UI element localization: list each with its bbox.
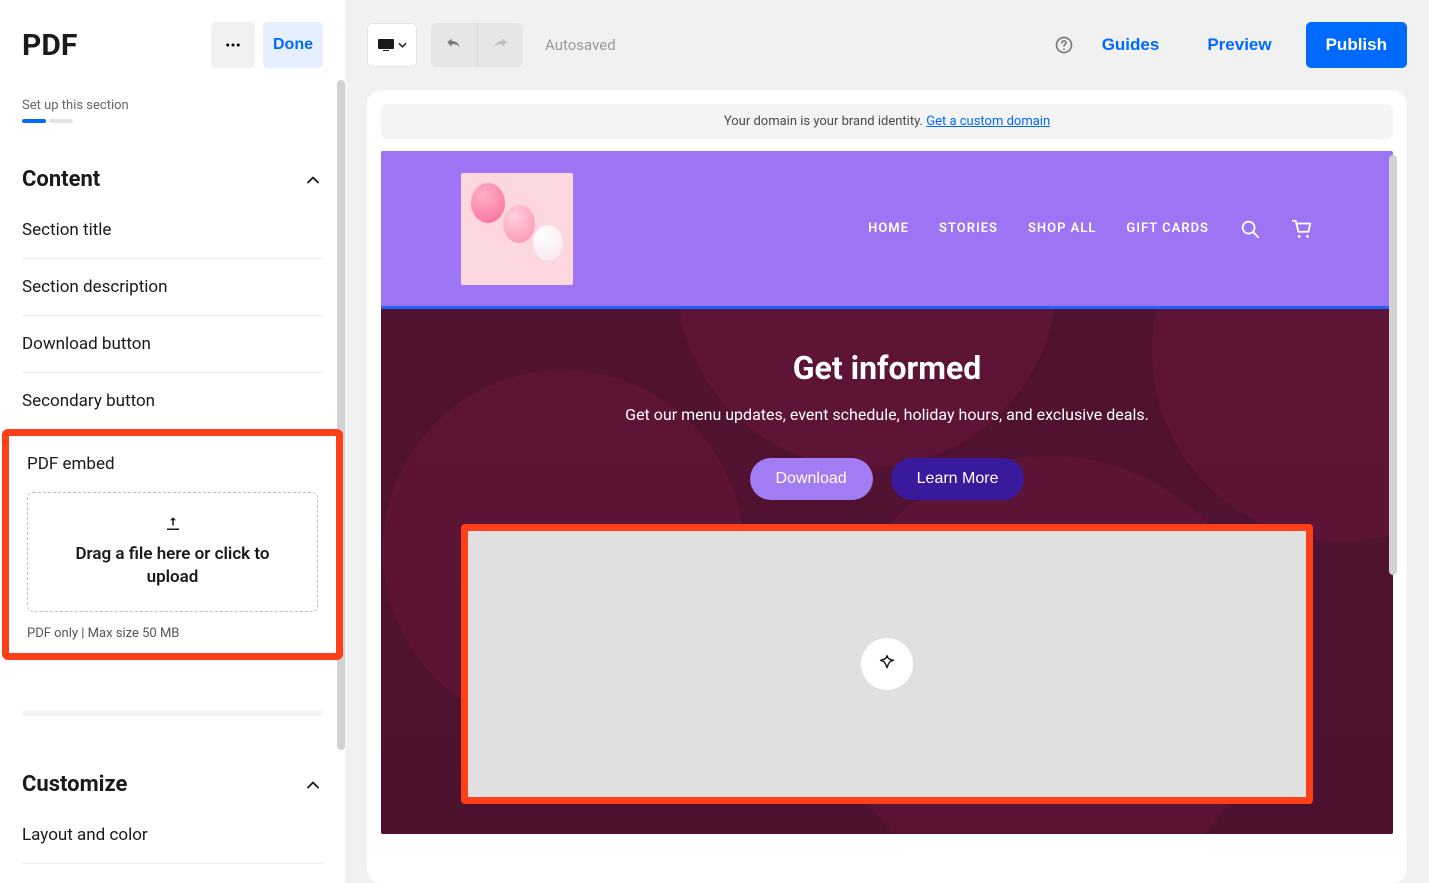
ellipsis-icon <box>224 36 242 54</box>
customize-accordion-header[interactable]: Customize <box>22 772 323 797</box>
customize-heading: Customize <box>22 772 127 797</box>
device-selector-button[interactable] <box>367 23 417 67</box>
redo-button[interactable] <box>478 23 524 67</box>
editor-canvas: Your domain is your brand identity. Get … <box>367 90 1407 883</box>
content-heading: Content <box>22 167 100 192</box>
editor-main: Autosaved Guides Preview Publish Your do… <box>345 0 1429 883</box>
hero-title: Get informed <box>793 349 982 387</box>
secondary-button-item[interactable]: Secondary button <box>22 373 323 429</box>
download-button-item[interactable]: Download button <box>22 316 323 373</box>
hero-learn-more-button[interactable]: Learn More <box>891 458 1025 500</box>
hero-subtitle: Get our menu updates, event schedule, ho… <box>625 405 1149 424</box>
search-icon[interactable] <box>1239 218 1261 240</box>
progress-bar <box>22 119 323 123</box>
site-nav: HOME STORIES SHOP ALL GIFT CARDS <box>868 218 1313 240</box>
pdf-embed-highlight: PDF embed Drag a file here or click to u… <box>2 429 343 660</box>
site-header: HOME STORIES SHOP ALL GIFT CARDS <box>381 151 1393 306</box>
pdf-upload-dropzone[interactable]: Drag a file here or click to upload <box>27 492 318 612</box>
domain-banner-text: Your domain is your brand identity. <box>724 114 926 129</box>
sidebar-title: PDF <box>22 28 77 63</box>
nav-stories[interactable]: STORIES <box>939 221 998 236</box>
hero-download-button[interactable]: Download <box>750 458 873 500</box>
undo-icon <box>444 35 464 55</box>
editor-topbar: Autosaved Guides Preview Publish <box>345 0 1429 90</box>
upload-icon <box>164 515 182 533</box>
autosaved-label: Autosaved <box>545 36 616 54</box>
guides-button[interactable]: Guides <box>1088 35 1174 55</box>
caret-down-icon <box>398 42 407 48</box>
custom-domain-link[interactable]: Get a custom domain <box>926 114 1050 129</box>
nav-shop-all[interactable]: SHOP ALL <box>1028 221 1096 236</box>
layout-color-item[interactable]: Layout and color <box>22 807 323 864</box>
section-title-item[interactable]: Section title <box>22 202 323 259</box>
desktop-icon <box>378 39 394 51</box>
content-accordion-header[interactable]: Content <box>22 167 323 192</box>
domain-banner: Your domain is your brand identity. Get … <box>381 104 1393 139</box>
undo-button[interactable] <box>431 23 478 67</box>
pdf-icon <box>876 653 898 675</box>
dropzone-hint: PDF only | Max size 50 MB <box>27 626 318 641</box>
done-button[interactable]: Done <box>263 22 323 68</box>
chevron-up-icon <box>303 775 323 795</box>
hero-section[interactable]: Get informed Get our menu updates, event… <box>381 306 1393 834</box>
dropzone-text: Drag a file here or click to upload <box>56 543 289 589</box>
pdf-embed-placeholder[interactable] <box>468 531 1306 797</box>
more-options-button[interactable] <box>211 22 255 68</box>
chevron-up-icon <box>303 170 323 190</box>
pdf-embed-label: PDF embed <box>27 454 318 474</box>
cart-icon[interactable] <box>1291 218 1313 240</box>
background-item[interactable]: Background <box>22 864 323 883</box>
help-icon[interactable] <box>1054 35 1074 55</box>
nav-gift-cards[interactable]: GIFT CARDS <box>1126 221 1209 236</box>
canvas-scrollbar[interactable] <box>1389 155 1397 575</box>
section-description-item[interactable]: Section description <box>22 259 323 316</box>
history-group <box>431 23 523 67</box>
redo-icon <box>490 35 510 55</box>
publish-button[interactable]: Publish <box>1306 22 1407 68</box>
pdf-embed-preview-highlight <box>461 524 1313 804</box>
nav-home[interactable]: HOME <box>868 221 909 236</box>
site-logo[interactable] <box>461 173 573 285</box>
preview-button[interactable]: Preview <box>1187 22 1291 68</box>
section-divider <box>22 710 323 716</box>
site-preview: HOME STORIES SHOP ALL GIFT CARDS Get inf… <box>381 151 1393 834</box>
settings-sidebar: PDF Done Set up this section Content Sec… <box>0 0 345 883</box>
pdf-icon-circle <box>861 638 913 690</box>
progress-label: Set up this section <box>22 98 323 113</box>
